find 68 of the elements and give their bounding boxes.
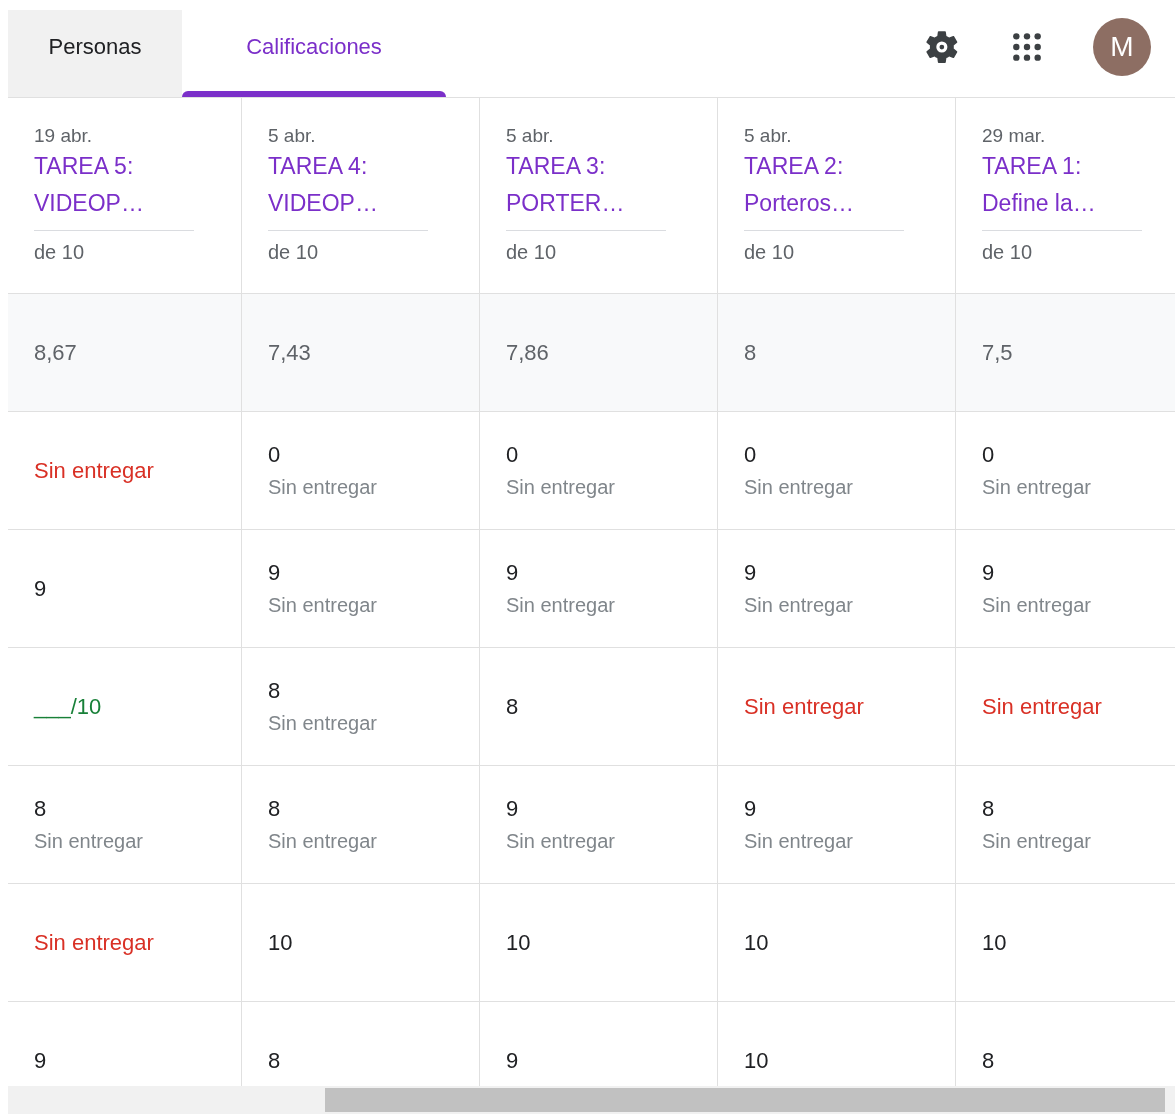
due-date: 19 abr. [34, 124, 94, 148]
grade-value[interactable]: 8 [268, 1047, 453, 1074]
submission-note: Sin entregar [982, 830, 1092, 853]
class-average: 8 [744, 339, 758, 366]
grade-value[interactable]: 8 [268, 796, 453, 822]
grade-value[interactable]: 8 [268, 678, 453, 704]
points-label: de 10 [268, 241, 320, 264]
assignment-title[interactable]: TAREA 3: PORTER… [506, 148, 666, 231]
grade-value[interactable]: 8 [982, 1047, 1167, 1074]
submission-note: Sin entregar [744, 830, 854, 853]
grade-value[interactable]: 9 [506, 796, 691, 822]
submission-note: Sin entregar [268, 476, 378, 499]
missing-status[interactable]: Sin entregar [34, 457, 215, 484]
class-average: 7,86 [506, 339, 550, 366]
grade-value[interactable]: 9 [982, 560, 1167, 586]
submission-note: Sin entregar [744, 594, 854, 617]
assignment-title[interactable]: TAREA 1: Define la… [982, 148, 1142, 231]
grade-value[interactable]: 9 [268, 560, 453, 586]
grade-value[interactable]: 10 [744, 1047, 929, 1074]
missing-status[interactable]: Sin entregar [982, 693, 1167, 720]
submission-note: Sin entregar [268, 830, 378, 853]
assignment-title[interactable]: TAREA 5: VIDEOP… [34, 148, 194, 231]
missing-status[interactable]: Sin entregar [744, 693, 929, 720]
points-label: de 10 [506, 241, 558, 264]
assignment-title[interactable]: TAREA 2: Porteros… [744, 148, 904, 231]
grade-value[interactable]: 9 [506, 1047, 691, 1074]
grade-value[interactable]: 10 [744, 929, 929, 956]
grade-value[interactable]: 10 [982, 929, 1167, 956]
grade-value[interactable]: 0 [506, 442, 691, 468]
submission-note: Sin entregar [268, 712, 378, 735]
due-date: 5 abr. [506, 124, 555, 148]
submission-note: Sin entregar [268, 594, 378, 617]
account-avatar[interactable]: M [1093, 17, 1151, 76]
grade-value[interactable]: 8 [982, 796, 1167, 822]
points-label: de 10 [982, 241, 1034, 264]
points-label: de 10 [744, 241, 796, 264]
due-date: 5 abr. [268, 124, 317, 148]
missing-status[interactable]: Sin entregar [34, 929, 215, 956]
submission-note: Sin entregar [744, 476, 854, 499]
due-date: 5 abr. [744, 124, 793, 148]
grade-value[interactable]: ___/10 [34, 693, 215, 720]
grade-value[interactable]: 9 [744, 560, 929, 586]
grade-value[interactable]: 0 [744, 442, 929, 468]
submission-note: Sin entregar [506, 594, 616, 617]
class-average: 7,43 [268, 339, 312, 366]
grade-value[interactable]: 9 [34, 1047, 215, 1074]
grade-value[interactable]: 8 [34, 796, 215, 822]
submission-note: Sin entregar [34, 830, 144, 853]
grade-value[interactable]: 9 [506, 560, 691, 586]
class-average: 8,67 [34, 339, 78, 366]
points-label: de 10 [34, 241, 86, 264]
grade-value[interactable]: 10 [268, 929, 453, 956]
grade-value[interactable]: 0 [982, 442, 1167, 468]
grade-value[interactable]: 0 [268, 442, 453, 468]
submission-note: Sin entregar [506, 830, 616, 853]
grade-value[interactable]: 10 [506, 929, 691, 956]
grade-value[interactable]: 9 [34, 575, 215, 602]
class-average: 7,5 [982, 339, 1014, 366]
due-date: 29 mar. [982, 124, 1047, 148]
submission-note: Sin entregar [982, 476, 1092, 499]
grade-value[interactable]: 9 [744, 796, 929, 822]
submission-note: Sin entregar [982, 594, 1092, 617]
apps-grid-icon[interactable] [1011, 30, 1043, 63]
tab[interactable]: Personas [8, 10, 182, 97]
horizontal-scrollbar[interactable] [8, 1086, 1175, 1114]
submission-note: Sin entregar [506, 476, 616, 499]
grade-value[interactable]: 8 [506, 693, 691, 720]
assignment-title[interactable]: TAREA 4: VIDEOP… [268, 148, 428, 231]
